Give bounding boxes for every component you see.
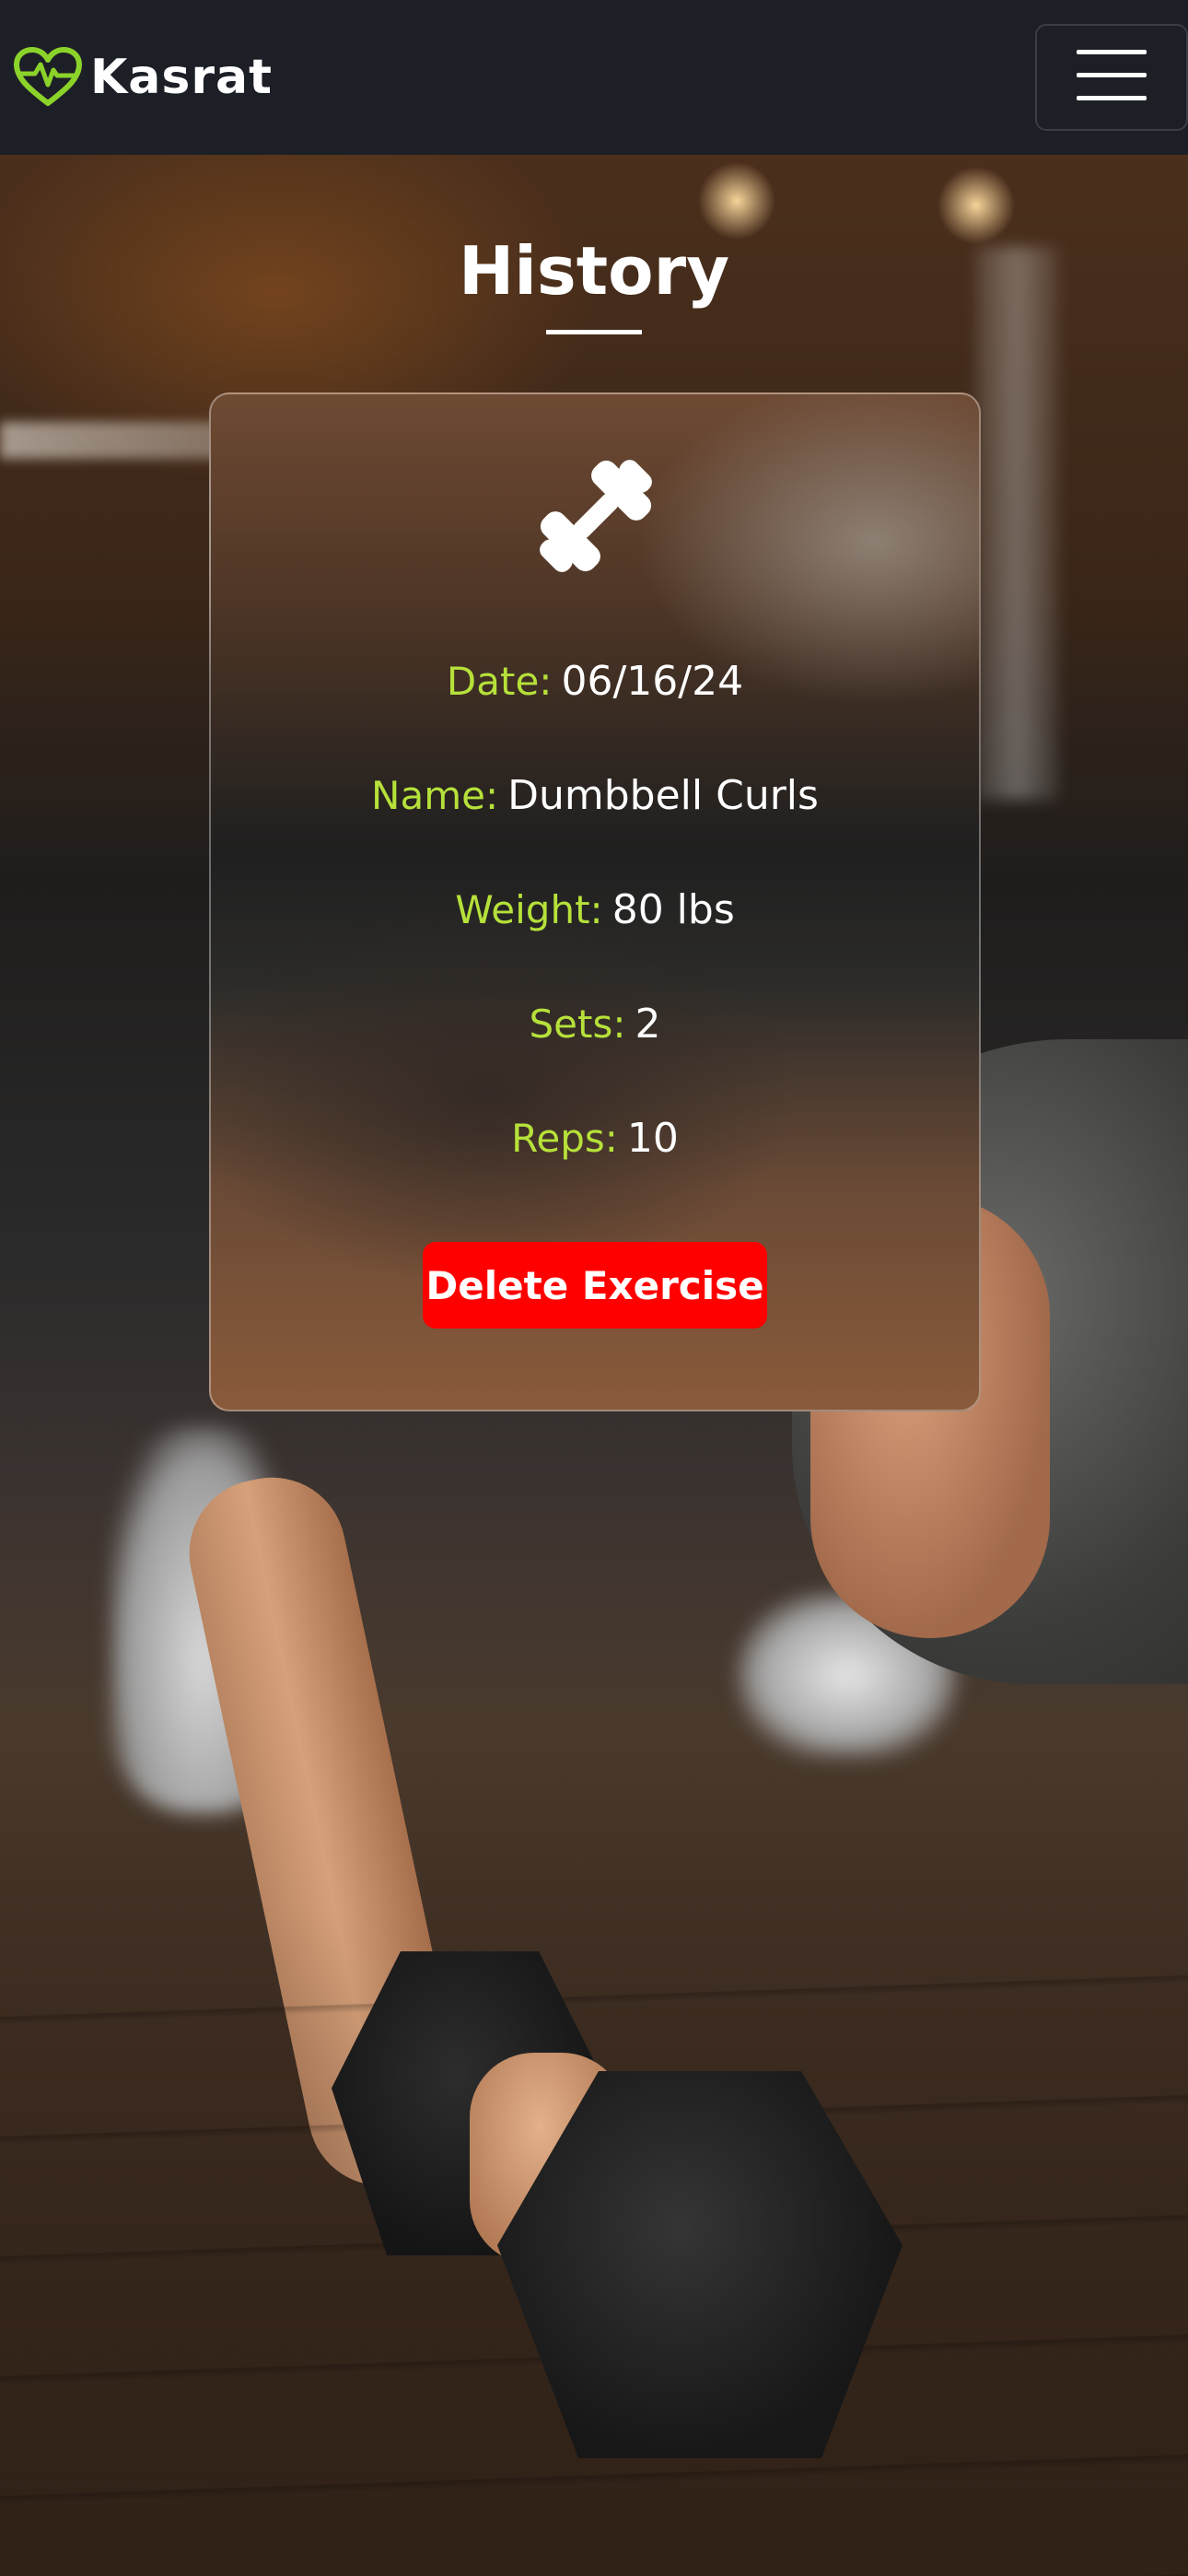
date-value: 06/16/24: [561, 658, 744, 705]
page-title: History: [458, 232, 730, 310]
weight-field: Weight: 80 lbs: [211, 890, 979, 931]
weight-label: Weight:: [455, 887, 603, 932]
reps-field: Reps: 10: [211, 1118, 979, 1159]
sets-field: Sets: 2: [211, 1004, 979, 1045]
weight-value: 80 lbs: [611, 886, 735, 933]
name-field: Name: Dumbbell Curls: [211, 776, 979, 816]
reps-label: Reps:: [511, 1116, 618, 1161]
title-underline: [546, 330, 642, 334]
menu-toggle-button[interactable]: [1035, 24, 1188, 131]
history-card: Date: 06/16/24 Name: Dumbbell Curls Weight…: [209, 392, 981, 1411]
top-navbar: Kasrat: [0, 0, 1188, 155]
sets-value: 2: [635, 1001, 661, 1048]
dumbbell-icon: [524, 444, 668, 592]
date-field: Date: 06/16/24: [211, 662, 979, 702]
name-value: Dumbbell Curls: [507, 772, 819, 819]
brand-logo-link[interactable]: Kasrat: [13, 41, 273, 114]
reps-value: 10: [626, 1115, 679, 1162]
brand-name: Kasrat: [90, 50, 273, 105]
sets-label: Sets:: [529, 1001, 626, 1047]
name-label: Name:: [371, 773, 499, 818]
heart-pulse-icon: [13, 46, 83, 109]
delete-exercise-button[interactable]: Delete Exercise: [423, 1242, 767, 1329]
date-label: Date:: [446, 659, 553, 704]
hamburger-menu-icon: [1077, 49, 1147, 106]
background-rack: [976, 247, 1059, 800]
